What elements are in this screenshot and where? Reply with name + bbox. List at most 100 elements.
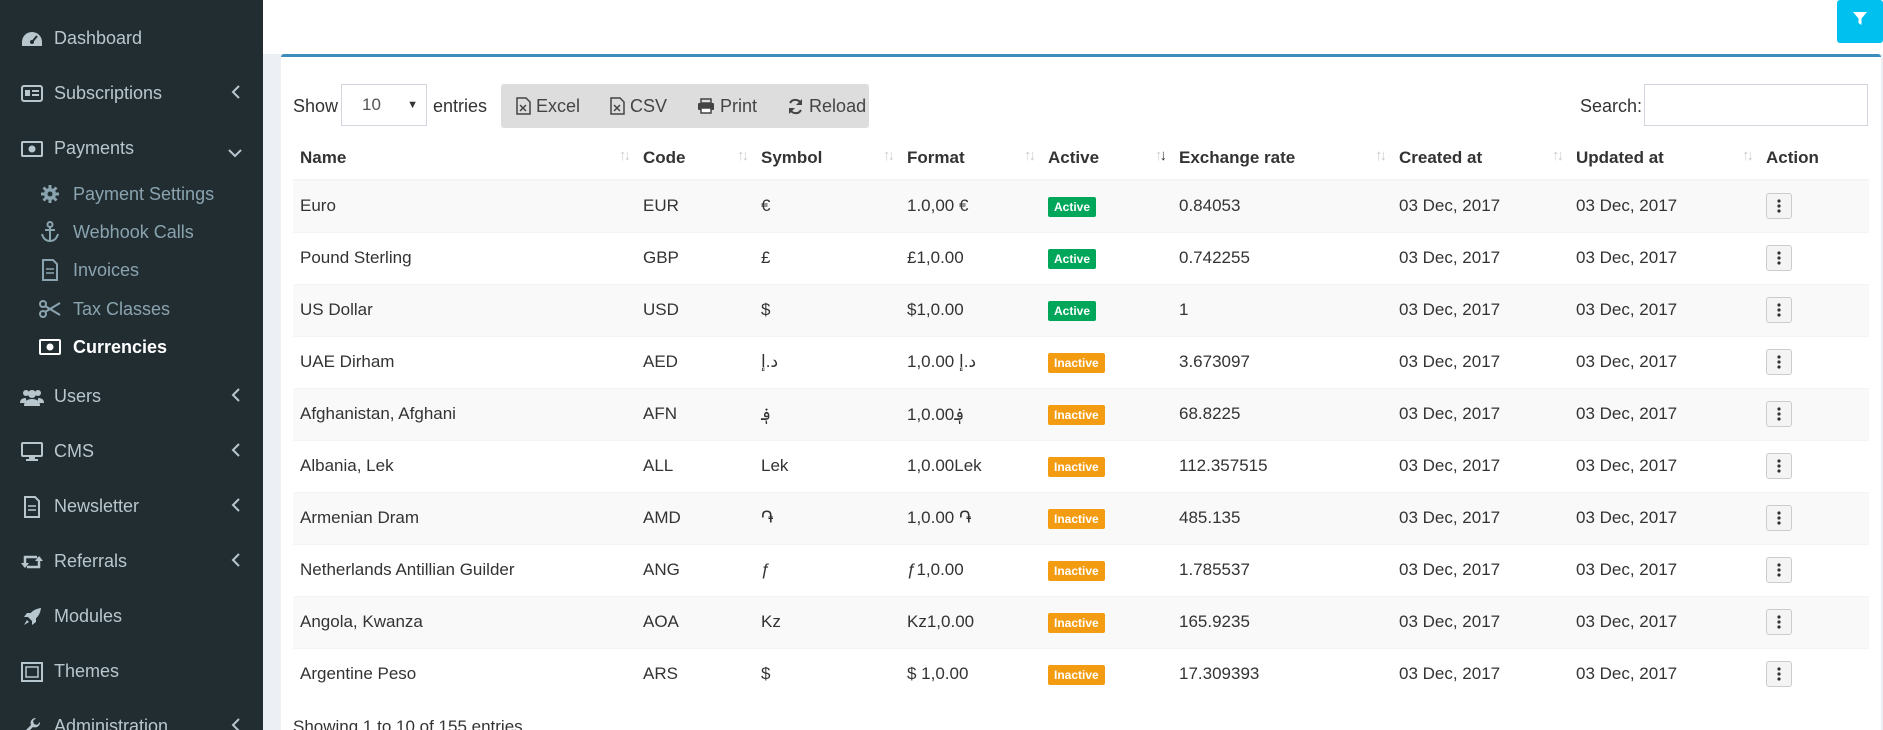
sidebar-item-users[interactable]: Users — [0, 369, 263, 424]
table-row[interactable]: Afghanistan, Afghani AFN ؋ 1,0.00؋ Inactive 6… — [293, 387, 1869, 440]
cell-format: ƒ1,0.00 — [900, 543, 1041, 596]
anchor-icon — [38, 221, 62, 243]
cell-code: AFN — [636, 387, 754, 440]
cell-exchange-rate: 68.8225 — [1172, 387, 1392, 440]
sidebar-item-label: Dashboard — [54, 28, 143, 48]
cell-active: Inactive — [1041, 647, 1172, 700]
column-header-symbol[interactable]: Symbol ↑↓ — [754, 136, 900, 181]
ellipsis-vertical-icon — [1777, 407, 1781, 421]
sidebar-item-referrals[interactable]: Referrals — [0, 534, 263, 589]
status-badge: Inactive — [1048, 456, 1105, 477]
status-badge: Inactive — [1048, 560, 1105, 581]
column-header-exchange-rate[interactable]: Exchange rate ↑↓ — [1172, 136, 1392, 181]
table-info: Showing 1 to 10 of 155 entries — [293, 717, 523, 730]
sidebar-item-label: Administration — [54, 716, 169, 730]
cell-updated-at: 03 Dec, 2017 — [1569, 491, 1759, 544]
table-row[interactable]: UAE Dirham AED د.إ 1,0.00 د.إ Inactive 3.6730… — [293, 335, 1869, 388]
file-csv-icon — [610, 97, 625, 115]
csv-button[interactable]: CSV — [595, 84, 682, 128]
sidebar-item-dashboard[interactable]: Dashboard — [0, 11, 263, 66]
cell-action — [1759, 335, 1869, 388]
filter-button[interactable] — [1837, 0, 1883, 43]
cell-name: Albania, Lek — [293, 439, 636, 492]
cell-exchange-rate: 17.309393 — [1172, 647, 1392, 700]
cell-action — [1759, 595, 1869, 648]
table-row[interactable]: Angola, Kwanza AOA Kz Kz1,0.00 Inactive 165.9… — [293, 595, 1869, 648]
row-action-button[interactable] — [1766, 557, 1792, 583]
sidebar-subitem-currencies[interactable]: Currencies — [0, 328, 263, 366]
sort-icon: ↑↓ — [1552, 147, 1564, 164]
sidebar-item-label: Payments — [54, 138, 135, 158]
table-row[interactable]: US Dollar USD $ $1,0.00 Active 1 03 Dec, 2017 0… — [293, 283, 1869, 336]
row-action-button[interactable] — [1766, 193, 1792, 220]
excel-button[interactable]: Excel — [501, 84, 595, 128]
sidebar-subitem-label: Tax Classes — [73, 298, 171, 319]
row-action-button[interactable] — [1766, 661, 1792, 688]
refresh-icon — [787, 98, 804, 115]
sidebar-subitem-tax-classes[interactable]: Tax Classes — [0, 290, 263, 328]
cell-active: Active — [1041, 179, 1172, 232]
table-toolbar: Show 10 ▼ entries Excel CSV Print Reload… — [281, 84, 1881, 128]
column-header-name[interactable]: Name ↑↓ — [293, 136, 636, 181]
row-action-button[interactable] — [1766, 453, 1792, 479]
cell-action — [1759, 387, 1869, 440]
status-badge: Inactive — [1048, 508, 1105, 529]
sidebar-item-label: CMS — [54, 441, 94, 461]
export-button-group: Excel CSV Print Reload — [501, 84, 869, 128]
sidebar-item-cms[interactable]: CMS — [0, 424, 263, 479]
table-header-row: Name ↑↓ Code ↑↓ Symbol ↑↓ Format ↑↓ Active ↑↓… — [293, 136, 1869, 181]
search-label: Search: — [1580, 96, 1643, 116]
chevron-left-icon — [231, 497, 241, 518]
cell-updated-at: 03 Dec, 2017 — [1569, 439, 1759, 492]
table-row[interactable]: Albania, Lek ALL Lek 1,0.00Lek Inactive 112.3… — [293, 439, 1869, 492]
sidebar-item-administration[interactable]: Administration — [0, 699, 263, 730]
row-action-button[interactable] — [1766, 609, 1792, 635]
column-header-active[interactable]: Active ↑↓ — [1041, 136, 1172, 181]
cell-name: Argentine Peso — [293, 647, 636, 700]
row-action-button[interactable] — [1766, 297, 1792, 323]
page-length-select[interactable]: 10 ▼ — [341, 84, 427, 126]
row-action-button[interactable] — [1766, 245, 1792, 271]
column-header-format[interactable]: Format ↑↓ — [900, 136, 1041, 181]
money-icon — [19, 138, 45, 160]
table-row[interactable]: Armenian Dram AMD ֏ 1,0.00 ֏ Inactive 485.135… — [293, 491, 1869, 544]
table-row[interactable]: Pound Sterling GBP £ £1,0.00 Active 0.742255 0… — [293, 231, 1869, 284]
sidebar-item-payments[interactable]: Payments — [0, 121, 263, 176]
cell-symbol: $ — [754, 283, 900, 336]
sidebar-subitem-webhook-calls[interactable]: Webhook Calls — [0, 213, 263, 251]
reload-button[interactable]: Reload — [772, 84, 881, 128]
row-action-button[interactable] — [1766, 349, 1792, 375]
print-icon — [697, 98, 715, 114]
row-action-button[interactable] — [1766, 505, 1792, 531]
cell-name: Armenian Dram — [293, 491, 636, 544]
column-header-created-at[interactable]: Created at ↑↓ — [1392, 136, 1569, 181]
cell-active: Inactive — [1041, 439, 1172, 492]
sidebar-item-modules[interactable]: Modules — [0, 589, 263, 644]
cell-code: ALL — [636, 439, 754, 492]
cell-action — [1759, 283, 1869, 336]
chevron-down-icon — [227, 142, 243, 163]
column-header-updated-at[interactable]: Updated at ↑↓ — [1569, 136, 1759, 181]
table-row[interactable]: Euro EUR €1.0,00 € Active 0.84053 03 Dec, 201… — [293, 179, 1869, 232]
sidebar-subitem-payment-settings[interactable]: Payment Settings — [0, 175, 263, 213]
column-header-code[interactable]: Code ↑↓ — [636, 136, 754, 181]
table-row[interactable]: Argentine Peso ARS $ $ 1,0.00 Inactive 17.309… — [293, 647, 1869, 700]
search-input[interactable] — [1644, 84, 1868, 126]
sidebar-subitem-label: Payment Settings — [73, 183, 215, 204]
sidebar-item-themes[interactable]: Themes — [0, 644, 263, 699]
sidebar-subitem-invoices[interactable]: Invoices — [0, 251, 263, 289]
sidebar-subitem-label: Currencies — [73, 336, 168, 357]
sidebar-subitem-label: Invoices — [73, 259, 140, 280]
sort-icon: ↑↓ — [619, 147, 631, 164]
sort-icon: ↑↓ — [737, 147, 749, 164]
print-button[interactable]: Print — [682, 84, 772, 128]
sidebar-item-newsletter[interactable]: Newsletter — [0, 479, 263, 534]
cell-name: Pound Sterling — [293, 231, 636, 284]
sort-desc-icon: ↑↓ — [1155, 147, 1167, 164]
cell-name: Euro — [293, 179, 636, 232]
cell-name: UAE Dirham — [293, 335, 636, 388]
cell-active: Active — [1041, 231, 1172, 284]
row-action-button[interactable] — [1766, 401, 1792, 427]
sidebar-item-subscriptions[interactable]: Subscriptions — [0, 66, 263, 121]
table-row[interactable]: Netherlands Antillian Guilder ANG ƒ ƒ1,0.00… — [293, 543, 1869, 596]
